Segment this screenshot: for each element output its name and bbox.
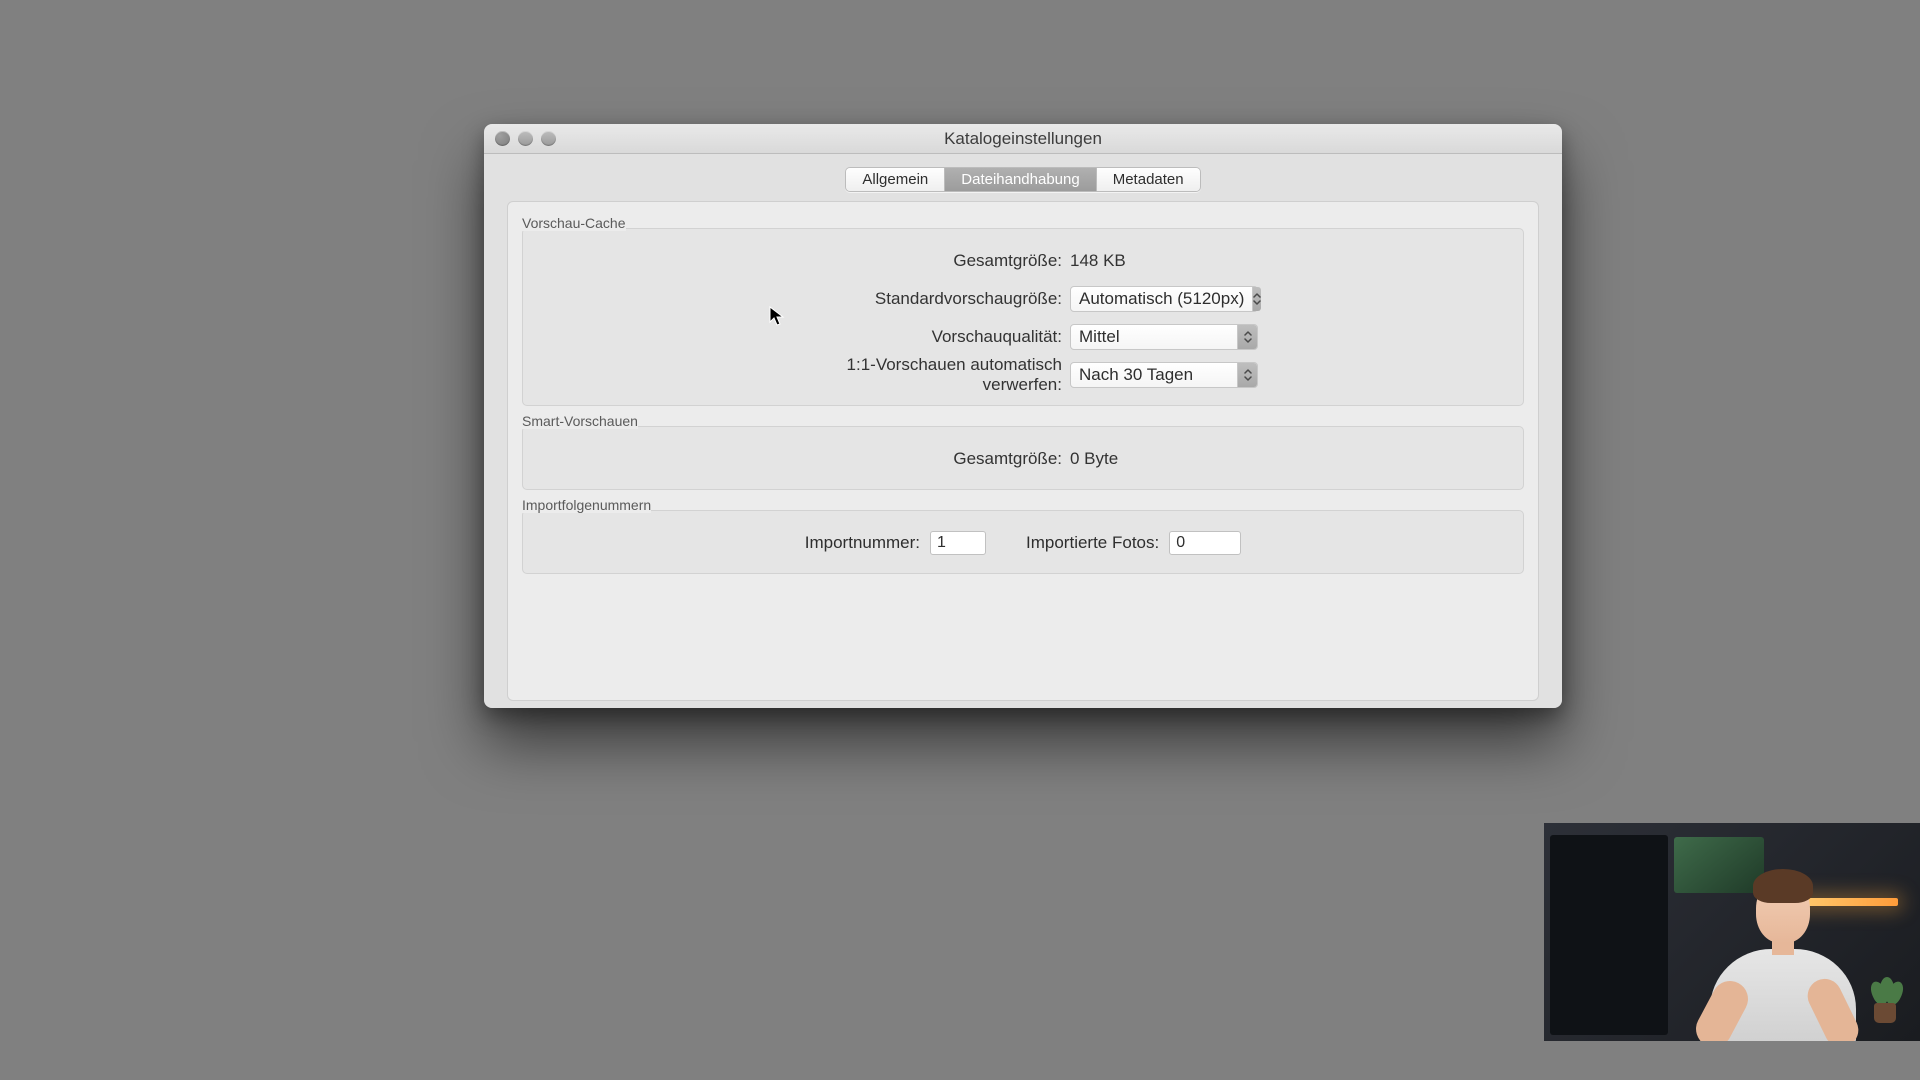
window-title: Katalogeinstellungen	[944, 129, 1102, 149]
zoom-icon[interactable]	[541, 131, 556, 146]
label-std-preview-size: Standardvorschaugröße:	[788, 289, 1070, 309]
value-smart-total-size: 0 Byte	[1070, 449, 1258, 469]
label-total-size: Gesamtgröße:	[788, 251, 1070, 271]
tab-bar: Allgemein Dateihandhabung Metadaten	[494, 167, 1552, 192]
fieldset-import-sequence: Importfolgenummern Importnummer: Importi…	[522, 510, 1524, 574]
catalog-settings-window: Katalogeinstellungen Allgemein Dateihand…	[484, 124, 1562, 708]
select-preview-quality[interactable]: Mittel	[1070, 324, 1258, 350]
label-imported-photos: Importierte Fotos:	[1026, 533, 1159, 553]
label-preview-quality: Vorschauqualität:	[788, 327, 1070, 347]
settings-panel: Vorschau-Cache Gesamtgröße: 148 KB Stand…	[507, 201, 1539, 701]
fieldset-preview-cache: Vorschau-Cache Gesamtgröße: 148 KB Stand…	[522, 228, 1524, 406]
tab-general[interactable]: Allgemein	[846, 168, 945, 191]
presenter-video	[1544, 823, 1920, 1041]
window-body: Allgemein Dateihandhabung Metadaten Vors…	[484, 154, 1562, 708]
select-discard-1to1[interactable]: Nach 30 Tagen	[1070, 362, 1258, 388]
input-import-number[interactable]	[930, 531, 986, 555]
titlebar[interactable]: Katalogeinstellungen	[484, 124, 1562, 154]
input-imported-photos[interactable]	[1169, 531, 1241, 555]
chevron-updown-icon	[1237, 325, 1257, 349]
close-icon[interactable]	[495, 131, 510, 146]
select-std-preview-size[interactable]: Automatisch (5120px)	[1070, 286, 1258, 312]
window-controls	[495, 131, 556, 146]
tab-file-handling[interactable]: Dateihandhabung	[945, 168, 1096, 191]
chevron-updown-icon	[1252, 287, 1261, 311]
fieldset-smart-previews: Smart-Vorschauen Gesamtgröße: 0 Byte	[522, 426, 1524, 490]
chevron-updown-icon	[1237, 363, 1257, 387]
label-smart-total-size: Gesamtgröße:	[788, 449, 1070, 469]
label-import-number: Importnummer:	[805, 533, 920, 553]
label-discard-1to1: 1:1-Vorschauen automatisch verwerfen:	[788, 355, 1070, 395]
value-total-size: 148 KB	[1070, 251, 1258, 271]
tab-metadata[interactable]: Metadaten	[1097, 168, 1200, 191]
minimize-icon[interactable]	[518, 131, 533, 146]
legend-smart-previews: Smart-Vorschauen	[520, 413, 638, 429]
legend-preview-cache: Vorschau-Cache	[520, 215, 626, 231]
legend-import-sequence: Importfolgenummern	[520, 497, 651, 513]
